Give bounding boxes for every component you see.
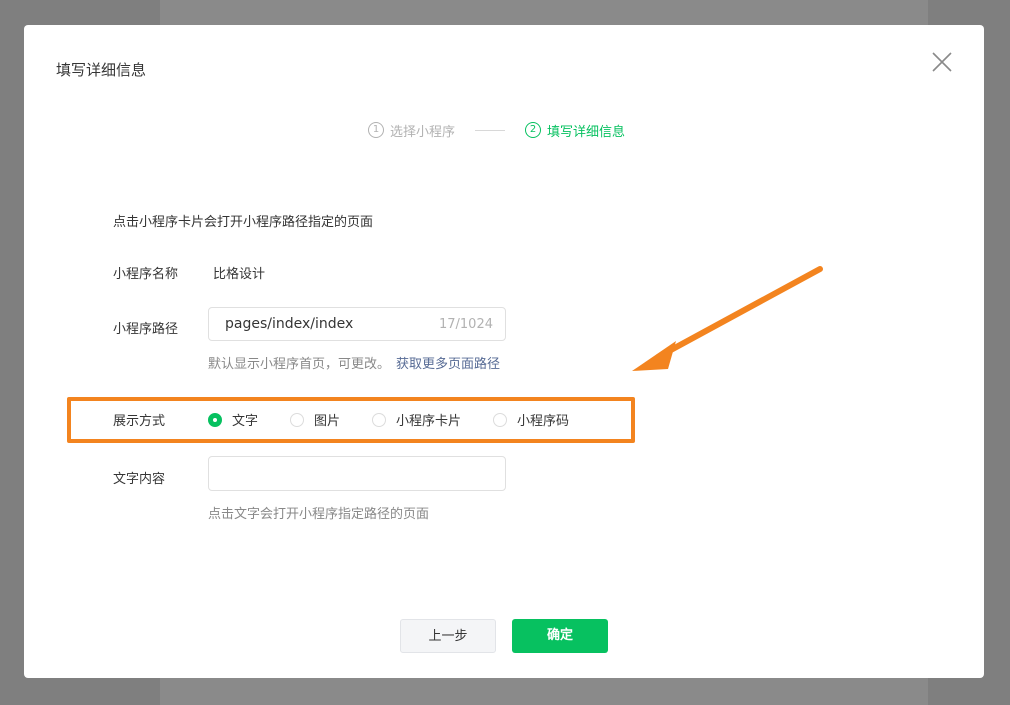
path-input-value: pages/index/index — [225, 316, 354, 332]
display-radio-group: 文字 图片 小程序卡片 小程序码 — [208, 410, 601, 429]
name-value: 比格设计 — [213, 267, 266, 282]
card-hint: 点击小程序卡片会打开小程序路径指定的页面 — [113, 215, 374, 230]
path-tip-text: 默认显示小程序首页，可更改。 — [208, 357, 391, 372]
step-1-label: 选择小程序 — [390, 124, 456, 140]
radio-miniprogram-card[interactable]: 小程序卡片 — [372, 410, 461, 429]
step-1: 1 选择小程序 — [368, 121, 455, 140]
radio-miniprogram-code-label: 小程序码 — [517, 414, 570, 429]
step-2-number: 2 — [525, 122, 542, 138]
annotation-arrow-icon — [632, 266, 823, 371]
radio-image-label: 图片 — [314, 414, 341, 429]
prev-step-button[interactable]: 上一步 — [400, 619, 496, 653]
confirm-button[interactable]: 确定 — [512, 619, 608, 653]
text-content-label: 文字内容 — [113, 472, 166, 487]
path-label: 小程序路径 — [113, 322, 179, 337]
dialog: 填写详细信息 1 选择小程序 2 填写详细信息 点击小程序卡片会打开小程序路径指… — [24, 25, 984, 678]
step-2-label: 填写详细信息 — [547, 124, 626, 140]
radio-image[interactable]: 图片 — [290, 410, 340, 429]
name-label: 小程序名称 — [113, 267, 179, 282]
more-paths-link[interactable]: 获取更多页面路径 — [396, 357, 500, 372]
close-icon — [932, 52, 952, 72]
text-content-input[interactable] — [208, 456, 506, 491]
radio-unchecked-icon — [372, 412, 387, 427]
step-indicator: 1 选择小程序 2 填写详细信息 — [368, 120, 625, 140]
radio-unchecked-icon — [290, 412, 305, 427]
radio-miniprogram-card-label: 小程序卡片 — [396, 414, 462, 429]
step-1-number: 1 — [368, 122, 384, 138]
close-button[interactable] — [930, 50, 954, 74]
text-content-tip: 点击文字会打开小程序指定路径的页面 — [208, 507, 430, 522]
path-char-count: 17/1024 — [438, 317, 493, 332]
radio-text-label: 文字 — [232, 414, 259, 429]
path-input[interactable]: pages/index/index 17/1024 — [208, 307, 506, 341]
radio-miniprogram-code[interactable]: 小程序码 — [493, 410, 569, 429]
dialog-title: 填写详细信息 — [56, 61, 147, 79]
radio-text[interactable]: 文字 — [208, 410, 258, 429]
radio-checked-icon — [208, 412, 222, 427]
step-divider — [475, 129, 506, 131]
path-tip: 默认显示小程序首页，可更改。 获取更多页面路径 — [208, 353, 500, 372]
display-label: 展示方式 — [113, 414, 166, 429]
step-2: 2 填写详细信息 — [525, 121, 625, 140]
radio-unchecked-icon — [493, 412, 508, 427]
